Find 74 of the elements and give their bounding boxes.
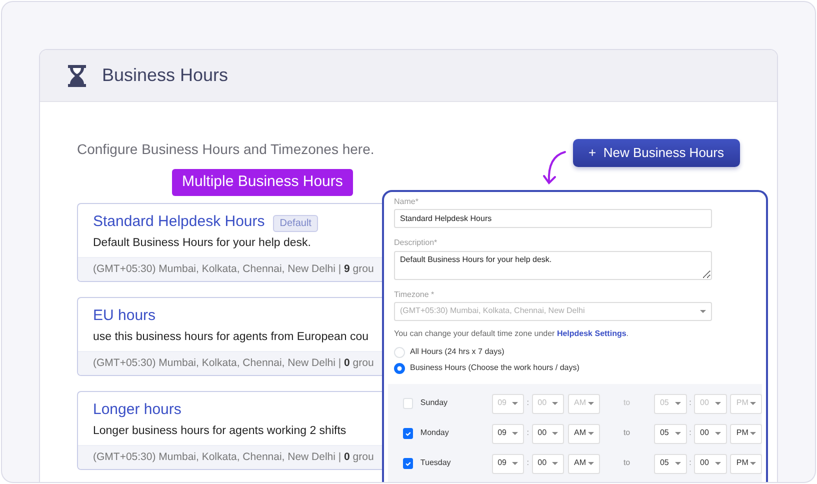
field-label: Description* [394, 238, 438, 249]
to-label: to [622, 398, 632, 409]
time-select[interactable]: PM [730, 454, 762, 474]
colon-text: : [526, 458, 530, 469]
colon-text: : [526, 428, 530, 439]
field-label: Timezone * [394, 290, 436, 300]
card-description: Default Business Hours for your help desk. [93, 236, 311, 250]
business-hours-card[interactable]: Standard Helpdesk Hours Default Default Business Hours for your help desk. (GMT+05:30) Mumbai, Kolkata, Chennai, New Delhi | 9 grou [77, 202, 382, 282]
caret-icon [674, 462, 681, 466]
new-business-hours-button[interactable]: + New Business Hours [572, 139, 740, 168]
caret-icon [512, 402, 518, 406]
time-select[interactable]: 05 [654, 424, 687, 444]
card-footer-text: (GMT+05:30) Mumbai, Kolkata, Chennai, New Delhi | 0 grou [78, 445, 382, 470]
callout-label: Multiple Business Hours [172, 169, 353, 196]
default-badge: Default [272, 214, 318, 232]
caret-icon [512, 432, 518, 436]
to-label: to [622, 458, 632, 469]
day-label: Tuesday [420, 458, 452, 469]
colon-text: : [688, 398, 692, 409]
caret-icon [552, 462, 558, 466]
card-title[interactable]: EU hours [93, 306, 156, 324]
time-select[interactable]: 00 [532, 454, 564, 474]
caret-icon [588, 462, 594, 466]
time-select[interactable]: 05 [654, 454, 687, 474]
caret-icon [674, 432, 681, 436]
caret-icon [750, 462, 756, 466]
colon-text: : [688, 458, 692, 469]
caret-icon [552, 432, 558, 436]
radio-label: All Hours (24 hrs x 7 days) [410, 346, 504, 358]
curved-arrow-icon [542, 150, 568, 186]
caret-icon [714, 432, 721, 436]
caret-icon [750, 432, 756, 436]
card-footer-text: (GMT+05:30) Mumbai, Kolkata, Chennai, New Delhi | 0 grou [78, 350, 382, 375]
colon-text: : [688, 428, 692, 439]
field-label: Name* [394, 197, 420, 208]
to-label: to [622, 428, 632, 439]
colon-text: : [526, 398, 530, 409]
radio-label: Business Hours (Choose the work hours / days) [410, 362, 580, 374]
caret-icon [674, 402, 681, 406]
business-hours-card[interactable]: EU hours use this business hours for agents from European cou (GMT+05:30) Mumbai, Kolkata, Chennai, New Delhi | 0 grou [77, 296, 382, 376]
caret-icon [700, 310, 706, 314]
page-title: Business Hours [102, 64, 228, 86]
hourglass-icon [66, 64, 88, 88]
caret-icon [714, 462, 721, 466]
radio-button[interactable] [394, 362, 405, 374]
card-footer-text: (GMT+05:30) Mumbai, Kolkata, Chennai, New Delhi | 9 grou [78, 256, 382, 281]
helpdesk-settings-link[interactable]: Helpdesk Settings [556, 329, 626, 338]
caret-icon [588, 402, 594, 406]
timezone-hint: You can change your default time zone under Helpdesk Settings. [394, 329, 630, 340]
day-label: Sunday [420, 398, 449, 409]
card-description: Longer business hours for agents working 2 shifts [93, 424, 346, 438]
name-field[interactable]: Standard Helpdesk Hours [394, 209, 712, 228]
caret-icon [588, 432, 594, 436]
time-select[interactable]: 00 [694, 424, 727, 444]
day-label: Monday [420, 428, 450, 439]
day-checkbox[interactable] [403, 458, 414, 470]
card-title[interactable]: Standard Helpdesk Hours [93, 212, 265, 230]
time-select[interactable]: 09 [492, 454, 524, 474]
time-select[interactable]: 00 [694, 454, 727, 474]
time-select[interactable]: 00 [532, 424, 564, 444]
time-select[interactable]: AM [568, 454, 600, 474]
card-description: use this business hours for agents from European cou [93, 330, 369, 344]
time-select[interactable]: AM [568, 424, 600, 444]
caret-icon [714, 402, 721, 406]
caret-icon [552, 402, 558, 406]
day-checkbox[interactable] [403, 428, 414, 440]
time-select[interactable]: PM [730, 424, 762, 444]
description-field[interactable]: Default Business Hours for your help desk. [394, 250, 712, 280]
card-title[interactable]: Longer hours [93, 401, 182, 418]
time-select[interactable]: 09 [492, 424, 524, 444]
business-hours-card[interactable]: Longer hours Longer business hours for agents working 2 shifts (GMT+05:30) Mumbai, Kolkata, Chennai, New Delhi | 0 grou [77, 391, 382, 470]
intro-text: Configure Business Hours and Timezones here. [77, 141, 374, 158]
caret-icon [512, 462, 518, 466]
caret-icon [750, 402, 756, 406]
